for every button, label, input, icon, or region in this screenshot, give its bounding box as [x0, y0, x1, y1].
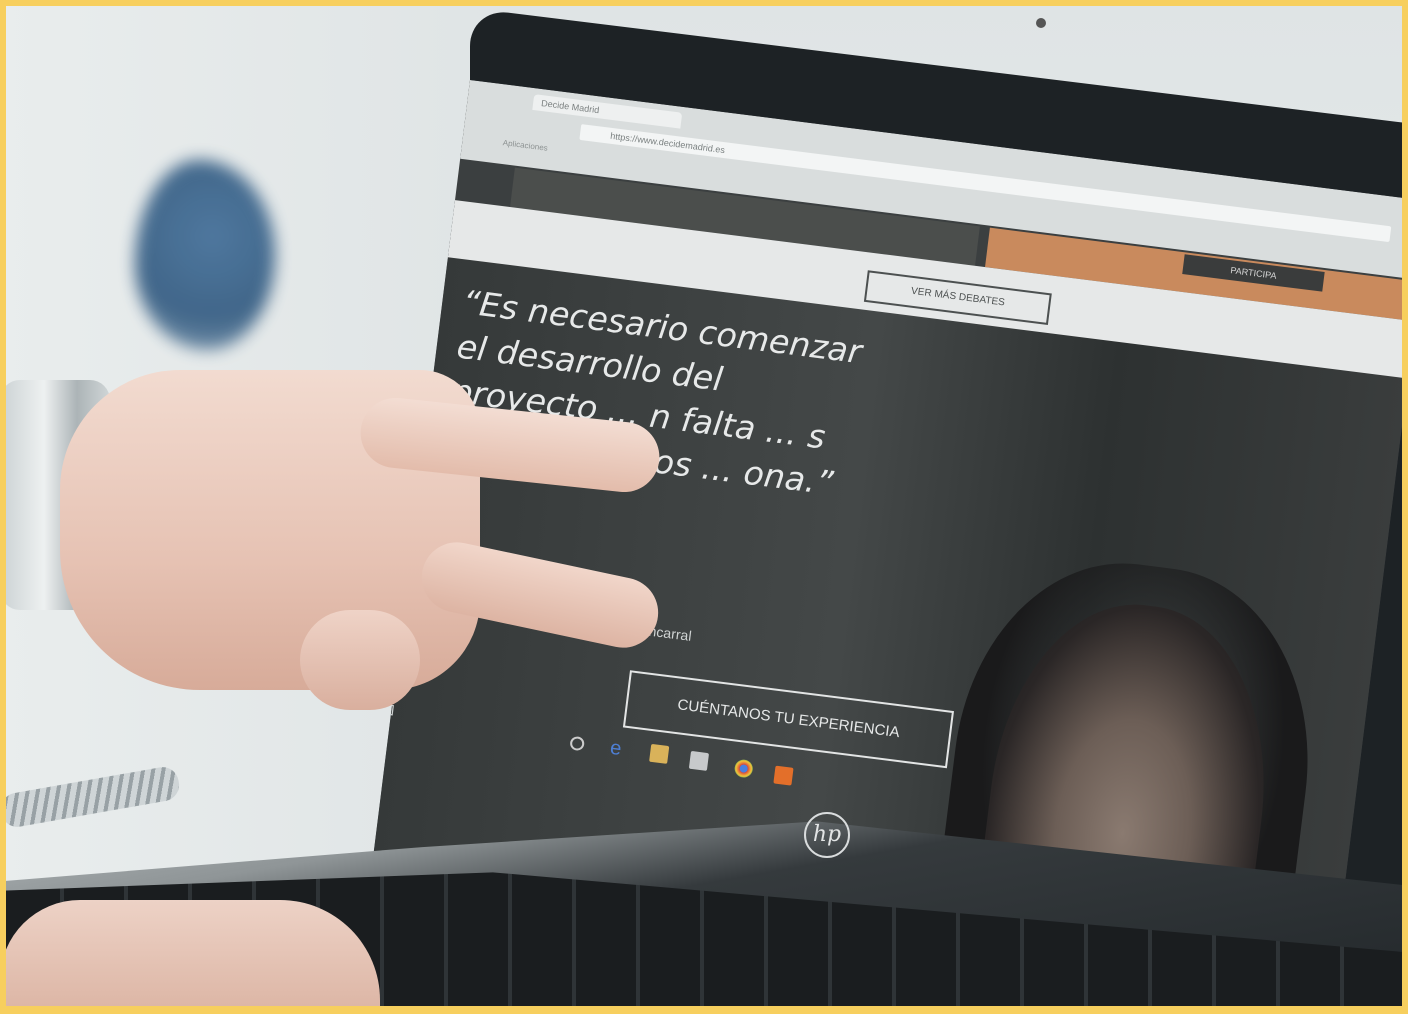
blue-object-blurred: [135, 160, 275, 350]
edge-browser-icon[interactable]: e: [609, 737, 629, 760]
curled-fingers: [300, 610, 420, 710]
bookmarks-bar[interactable]: Aplicaciones: [502, 138, 548, 153]
chrome-icon[interactable]: [733, 758, 754, 779]
orange-app-icon[interactable]: [773, 765, 794, 786]
file-explorer-icon[interactable]: [649, 743, 670, 764]
hp-logo: hp: [804, 812, 850, 858]
photo-scene: Decide Madrid https://www.decidemadrid.e…: [0, 0, 1408, 1014]
search-circle-icon[interactable]: [569, 735, 586, 752]
store-icon[interactable]: [688, 750, 710, 771]
typing-hand: [0, 900, 380, 1014]
webcam: [1036, 18, 1046, 28]
